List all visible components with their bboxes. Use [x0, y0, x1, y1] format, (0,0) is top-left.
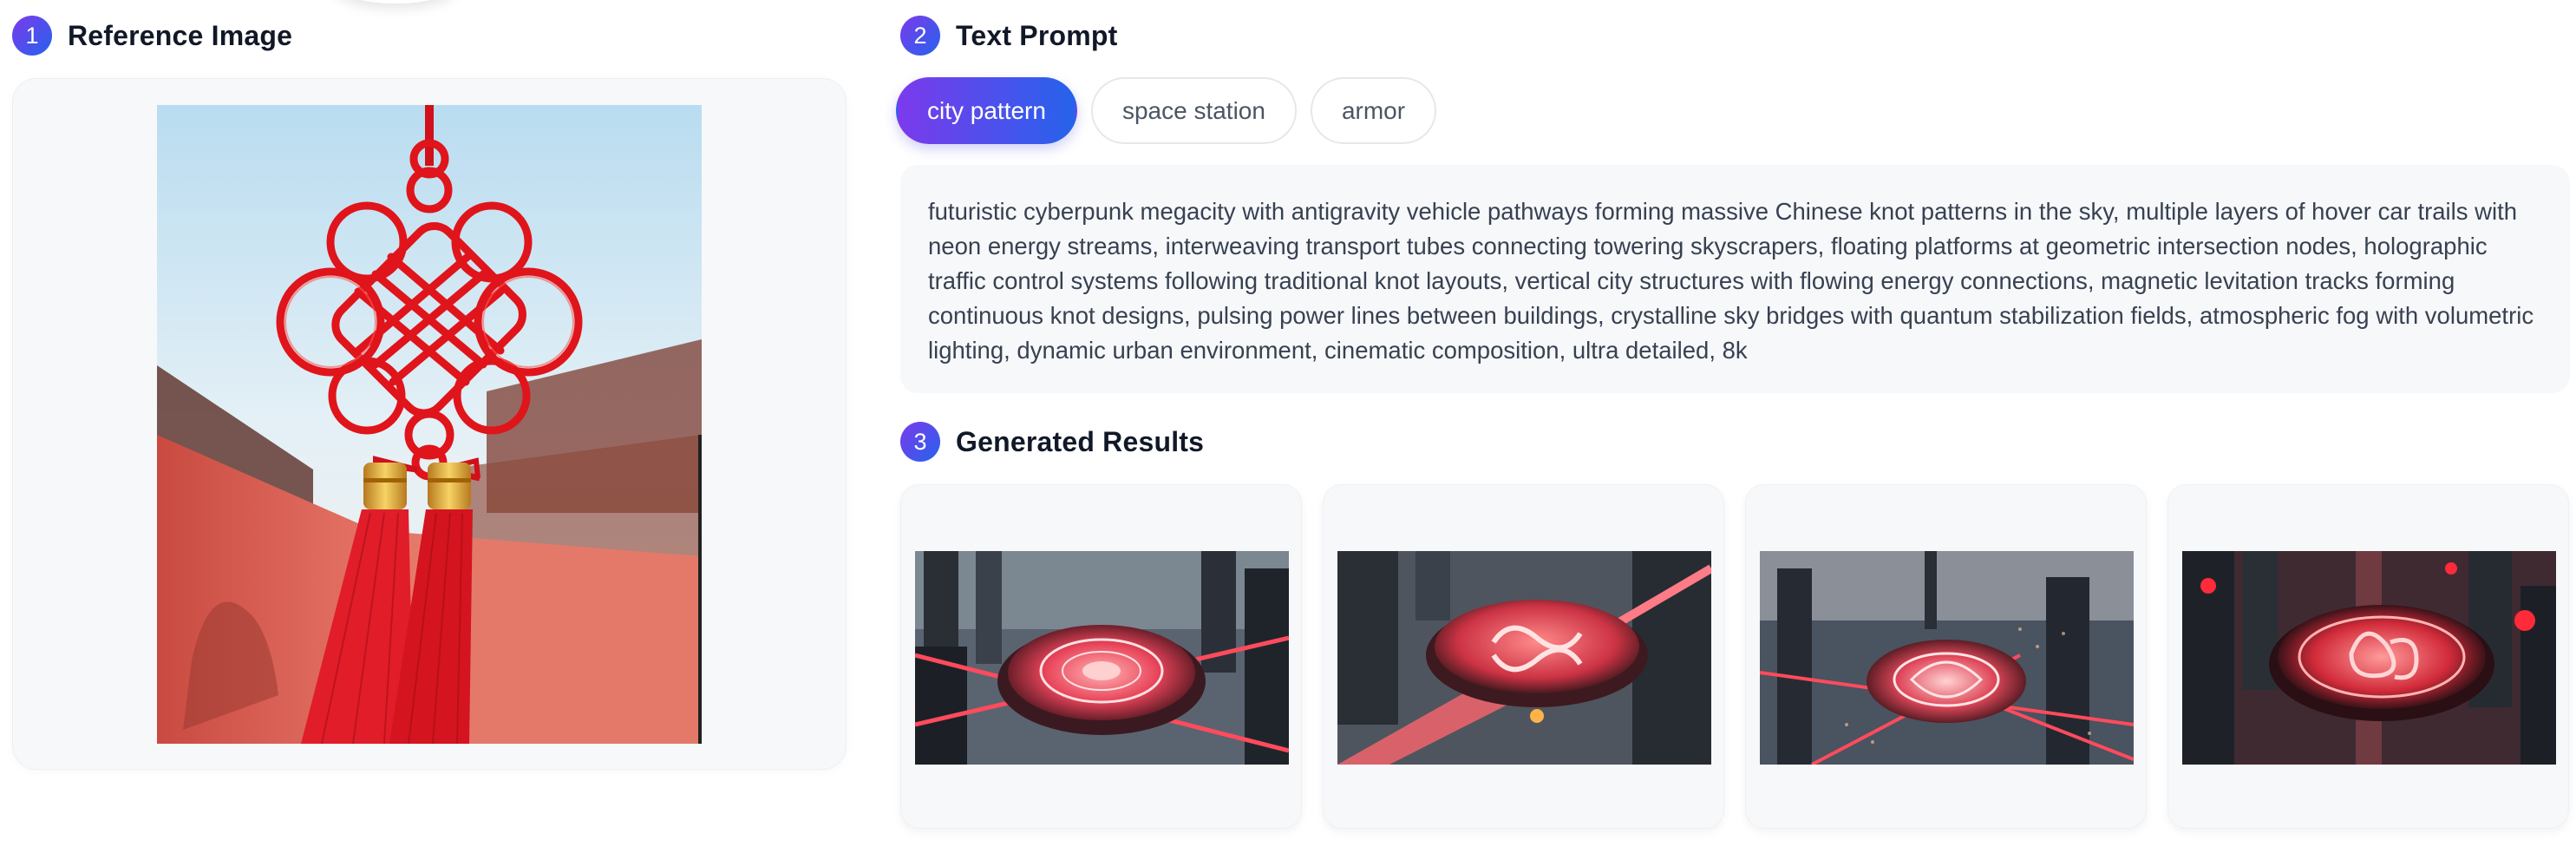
step-badge-2: 2 [900, 16, 940, 56]
reference-image[interactable] [157, 105, 702, 744]
results-section-header: 3 Generated Results [900, 422, 1204, 462]
result-image-3[interactable] [1760, 551, 2134, 765]
result-image-2[interactable] [1337, 551, 1711, 765]
scroll-indicator [335, 0, 456, 3]
reference-section-title: Reference Image [68, 19, 293, 51]
tab-space-station[interactable]: space station [1090, 77, 1297, 144]
result-image-4[interactable] [2182, 551, 2556, 765]
result-card-3[interactable] [1745, 484, 2147, 829]
tab-city-pattern[interactable]: city pattern [896, 77, 1077, 144]
result-image-1[interactable] [915, 551, 1289, 765]
step-badge-1: 1 [12, 16, 52, 56]
result-card-1[interactable] [900, 484, 1302, 829]
results-grid [900, 484, 2569, 829]
prompt-section-title: Text Prompt [956, 19, 1118, 51]
reference-section-header: 1 Reference Image [12, 16, 292, 56]
reference-image-card [12, 78, 847, 770]
result-card-4[interactable] [2167, 484, 2569, 829]
results-section-title: Generated Results [956, 425, 1205, 457]
prompt-text: futuristic cyberpunk megacity with antig… [900, 165, 2570, 393]
step-badge-3: 3 [900, 422, 940, 462]
result-card-2[interactable] [1323, 484, 1724, 829]
tab-armor[interactable]: armor [1310, 77, 1437, 144]
prompt-tabs: city pattern space station armor [896, 77, 1437, 144]
prompt-section-header: 2 Text Prompt [900, 16, 1118, 56]
